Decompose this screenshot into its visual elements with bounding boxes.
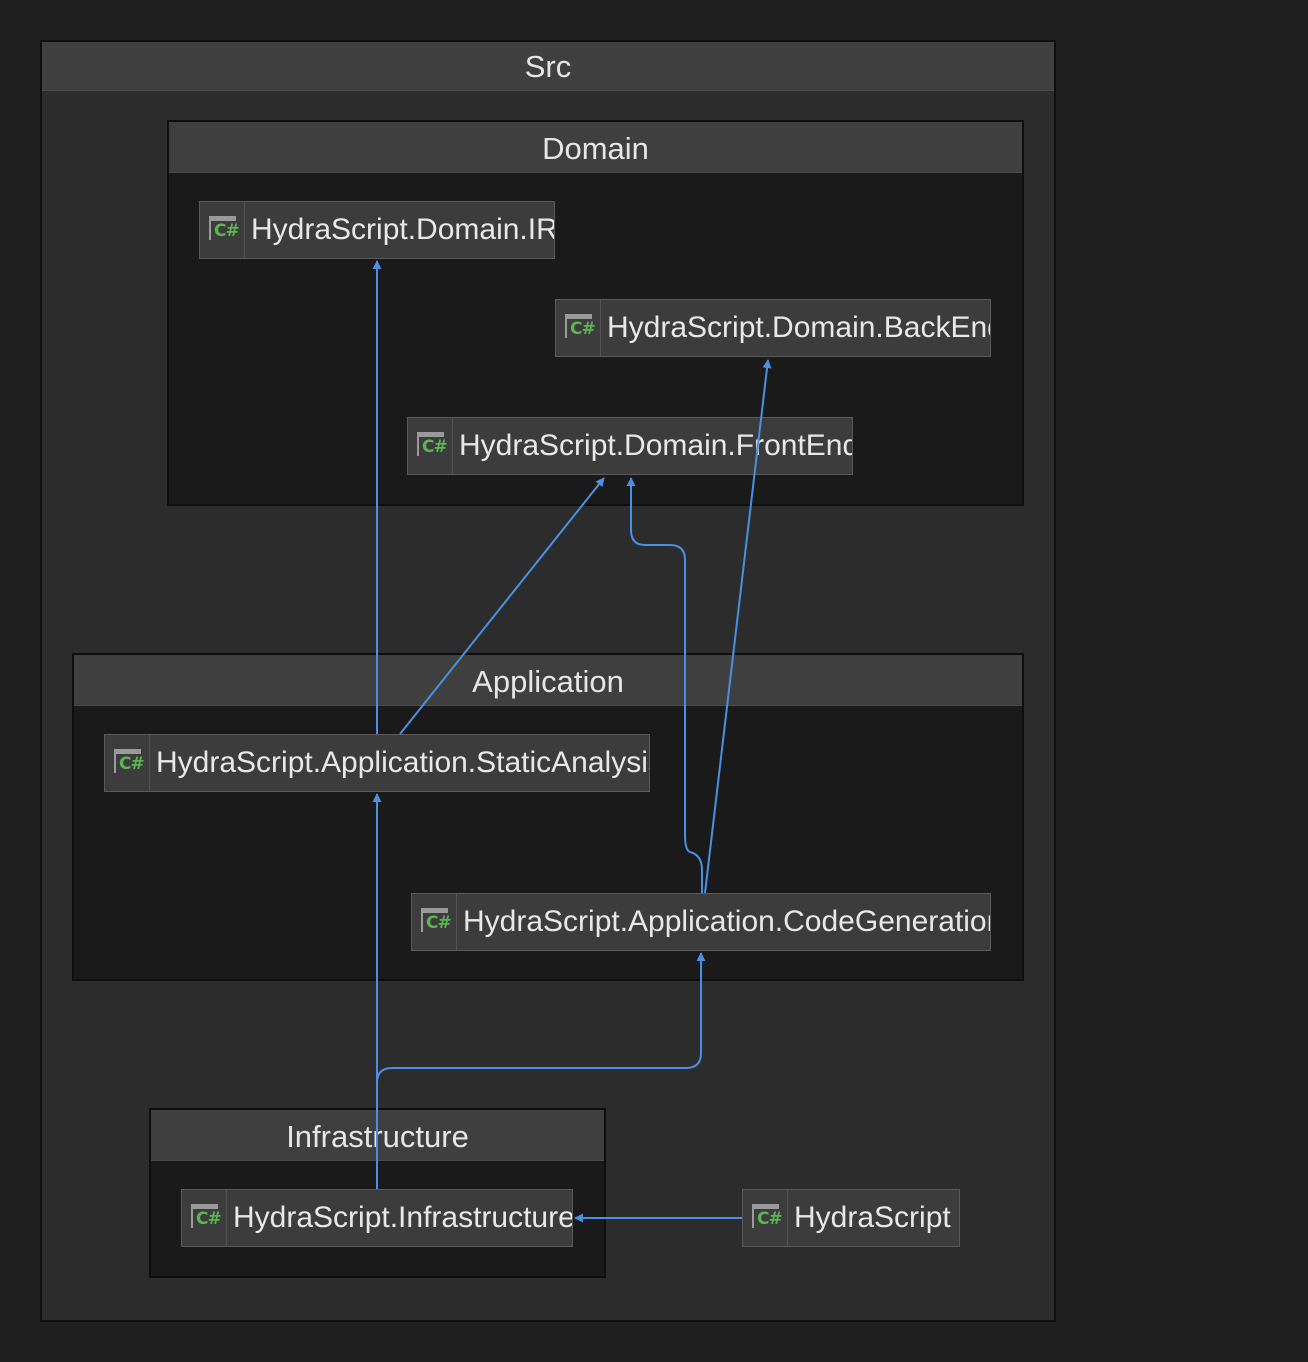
node-label: HydraScript.Domain.FrontEnd — [459, 429, 853, 462]
csharp-project-icon: C# — [200, 202, 245, 258]
csharp-project-icon: C# — [556, 300, 601, 356]
csharp-project-icon: C# — [743, 1190, 788, 1246]
node-application-code-generation[interactable]: C# HydraScript.Application.CodeGeneratio… — [411, 893, 991, 951]
dependency-diagram: Src Domain Application Infrastructure C#… — [0, 0, 1308, 1362]
node-infrastructure[interactable]: C# HydraScript.Infrastructure — [181, 1189, 573, 1247]
node-label: HydraScript.Domain.BackEnd — [607, 311, 991, 344]
node-label: HydraScript — [794, 1201, 951, 1234]
node-label: HydraScript.Application.StaticAnalysis — [156, 746, 650, 779]
node-domain-frontend[interactable]: C# HydraScript.Domain.FrontEnd — [407, 417, 853, 475]
node-domain-backend[interactable]: C# HydraScript.Domain.BackEnd — [555, 299, 991, 357]
node-hydrascript[interactable]: C# HydraScript — [742, 1189, 960, 1247]
node-application-static-analysis[interactable]: C# HydraScript.Application.StaticAnalysi… — [104, 734, 650, 792]
group-application-header: Application — [74, 655, 1022, 706]
group-src-header: Src — [42, 42, 1054, 91]
group-infrastructure-header: Infrastructure — [151, 1110, 604, 1161]
csharp-project-icon: C# — [182, 1190, 227, 1246]
node-label: HydraScript.Application.CodeGeneration — [463, 905, 991, 938]
node-label: HydraScript.Domain.IR — [251, 213, 555, 246]
node-domain-ir[interactable]: C# HydraScript.Domain.IR — [199, 201, 555, 259]
csharp-project-icon: C# — [412, 894, 457, 950]
group-domain-header: Domain — [169, 122, 1022, 173]
csharp-project-icon: C# — [408, 418, 453, 474]
node-label: HydraScript.Infrastructure — [233, 1201, 573, 1234]
csharp-project-icon: C# — [105, 735, 150, 791]
